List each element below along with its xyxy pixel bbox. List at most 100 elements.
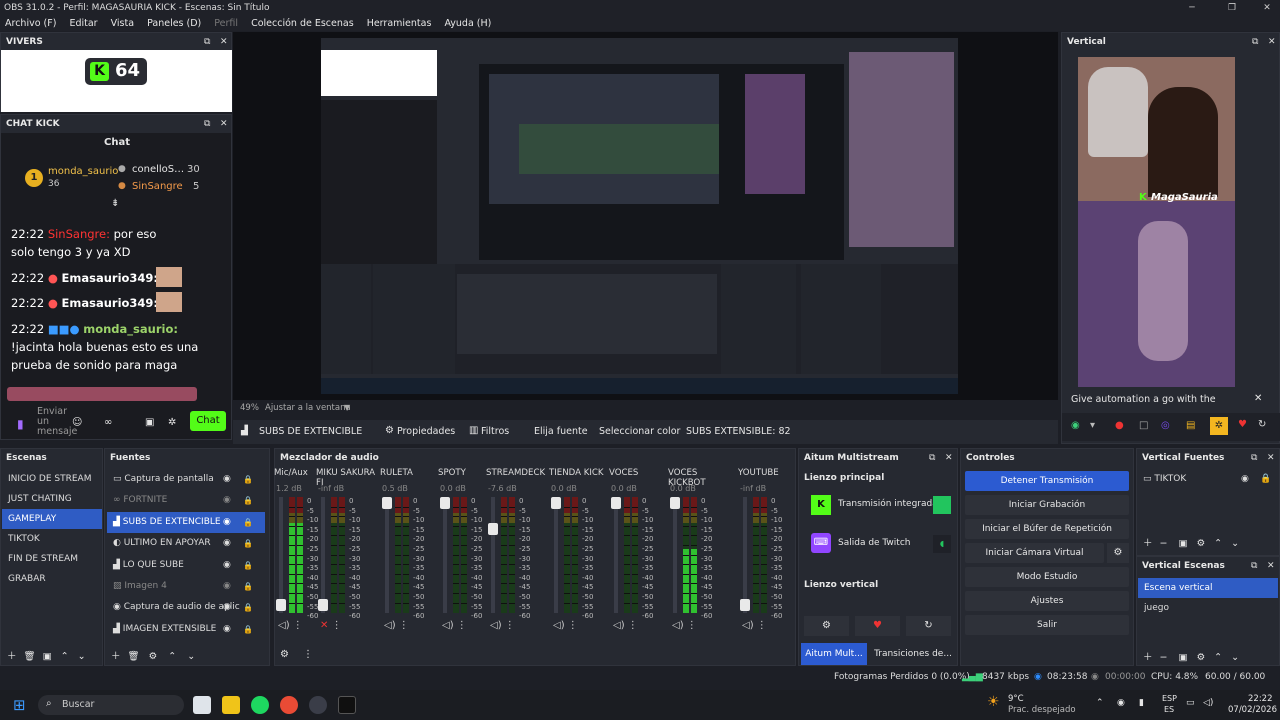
source-item[interactable]: ∞ FORTNITE ◉ 🔒: [107, 490, 265, 511]
speaker-icon[interactable]: ◁): [384, 620, 396, 631]
scene-item[interactable]: TIKTOK: [2, 529, 102, 549]
settings-gear-icon[interactable]: ✲: [168, 417, 176, 428]
lock-icon[interactable]: 🔒: [1260, 469, 1271, 489]
vertical-scene-item[interactable]: juego: [1138, 598, 1278, 618]
third-user[interactable]: SinSangre: [132, 181, 183, 192]
visibility-eye-icon[interactable]: ◉: [223, 576, 231, 597]
channel-menu-icon[interactable]: ⋮: [565, 620, 578, 631]
fader-knob[interactable]: [382, 497, 392, 509]
source-item[interactable]: ▨ Imagen 4 ◉ 🔒: [107, 576, 265, 597]
close-icon[interactable]: ✕: [220, 33, 228, 51]
menu-paneles[interactable]: Paneles (D): [147, 18, 201, 29]
tab-transitions[interactable]: Transiciones de...: [869, 643, 957, 665]
chat-send-button[interactable]: Chat: [190, 411, 226, 431]
undock-icon[interactable]: ⧉: [1251, 449, 1257, 467]
move-down-icon[interactable]: ⌄: [1231, 538, 1239, 549]
taskbar-search[interactable]: ⌕ Buscar: [38, 695, 184, 715]
add-icon[interactable]: ＋: [111, 651, 121, 662]
chevron-down-icon[interactable]: ▾: [1090, 420, 1095, 431]
minimize-icon[interactable]: ─: [1179, 0, 1205, 16]
add-icon[interactable]: ＋: [1143, 652, 1153, 663]
close-icon[interactable]: ✕: [1268, 33, 1276, 51]
network-icon[interactable]: ▭: [1186, 698, 1195, 708]
fit-dropdown-chevron-icon[interactable]: ▼: [344, 403, 350, 412]
volume-fader[interactable]: [318, 497, 328, 613]
menu-perfil[interactable]: Perfil: [214, 18, 238, 29]
source-item[interactable]: ▟ LO QUE SUBE ◉ 🔒: [107, 555, 265, 576]
scene-item[interactable]: JUST CHATING: [2, 489, 102, 509]
circle-icon[interactable]: ◎: [1161, 420, 1170, 431]
speaker-icon[interactable]: ◁): [613, 620, 625, 631]
speaker-icon[interactable]: ◁): [278, 620, 290, 631]
trash-icon[interactable]: 🗑: [24, 651, 36, 662]
filter-icon[interactable]: ▣: [1179, 652, 1188, 663]
move-down-icon[interactable]: ⌄: [1231, 652, 1239, 663]
volume-fader[interactable]: [276, 497, 286, 613]
select-color-button[interactable]: Seleccionar color: [599, 426, 680, 437]
exit-button[interactable]: Salir: [965, 615, 1129, 635]
channel-menu-icon[interactable]: ⋮: [290, 620, 303, 631]
task-view-icon[interactable]: [193, 696, 211, 714]
tray-app-icon[interactable]: ◉: [1117, 698, 1125, 708]
menu-ayuda[interactable]: Ayuda (H): [444, 18, 491, 29]
lock-icon[interactable]: 🔒: [243, 490, 253, 511]
aitum-refresh-button[interactable]: ↻: [906, 616, 951, 636]
source-item[interactable]: ◉ Captura de audio de aplic ◉ 🔒: [107, 597, 265, 618]
close-window-icon[interactable]: ✕: [1254, 0, 1280, 16]
studio-mode-button[interactable]: Modo Estudio: [965, 567, 1129, 587]
virtual-camera-button[interactable]: Iniciar Cámara Virtual: [965, 543, 1104, 563]
channel-menu-icon[interactable]: ⋮: [454, 620, 467, 631]
move-down-icon[interactable]: ⌄: [78, 651, 86, 662]
channel-menu-icon[interactable]: ⋮: [684, 620, 697, 631]
remove-icon[interactable]: −: [1160, 538, 1168, 549]
settings-button[interactable]: Ajustes: [965, 591, 1129, 611]
scene-item[interactable]: GAMEPLAY: [2, 509, 102, 529]
emoji-icon[interactable]: ☺: [72, 417, 82, 428]
fader-knob[interactable]: [611, 497, 621, 509]
choose-source-button[interactable]: Elija fuente: [534, 426, 588, 437]
fader-knob[interactable]: [740, 598, 750, 611]
move-up-icon[interactable]: ⌃: [168, 651, 176, 662]
language[interactable]: ESP: [1162, 694, 1177, 703]
lock-icon[interactable]: 🔒: [243, 469, 253, 490]
dismiss-icon[interactable]: ✕: [1254, 393, 1262, 404]
properties-button[interactable]: Propiedades: [397, 426, 455, 437]
visibility-eye-icon[interactable]: ◉: [1241, 469, 1249, 489]
heart-icon[interactable]: ♥: [1238, 419, 1247, 430]
visibility-eye-icon[interactable]: ◉: [223, 490, 231, 511]
tray-chevron-icon[interactable]: ⌃: [1096, 698, 1104, 708]
speaker-icon[interactable]: ◁): [442, 620, 454, 631]
fader-knob[interactable]: [440, 497, 450, 509]
add-icon[interactable]: ＋: [1143, 538, 1153, 549]
close-icon[interactable]: ✕: [220, 115, 228, 133]
source-item[interactable]: ▟ SUBS DE EXTENCIBLE ◉ 🔒: [107, 511, 265, 534]
undock-icon[interactable]: ⧉: [929, 449, 935, 467]
move-down-icon[interactable]: ⌄: [187, 651, 195, 662]
menu-vista[interactable]: Vista: [111, 18, 134, 29]
visibility-eye-icon[interactable]: ◉: [223, 597, 231, 618]
visibility-eye-icon[interactable]: ◉: [223, 469, 231, 490]
settings-gear-icon[interactable]: ⚙: [149, 651, 158, 662]
menu-coleccion[interactable]: Colección de Escenas: [251, 18, 354, 29]
source-item[interactable]: ◐ ULTIMO EN APOYAR ◉ 🔒: [107, 533, 265, 554]
vertical-scene-item[interactable]: Escena vertical: [1138, 578, 1278, 598]
refresh-icon[interactable]: ↻: [1258, 419, 1266, 430]
second-user[interactable]: conelloS…: [132, 164, 184, 175]
preview-area[interactable]: [233, 32, 1058, 400]
obs-icon[interactable]: [309, 696, 327, 714]
settings-gear-icon[interactable]: ✲: [1210, 417, 1228, 435]
undock-icon[interactable]: ⧉: [1251, 557, 1257, 575]
square-icon[interactable]: □: [1139, 420, 1148, 431]
file-explorer-icon[interactable]: [222, 696, 240, 714]
menu-archivo[interactable]: Archivo (F): [5, 18, 56, 29]
speaker-icon[interactable]: ◁): [742, 620, 754, 631]
close-icon[interactable]: ✕: [945, 449, 953, 467]
undock-icon[interactable]: ⧉: [204, 115, 210, 133]
settings-gear-icon[interactable]: ⚙: [1197, 652, 1206, 663]
scene-item[interactable]: INICIO DE STREAM: [2, 469, 102, 489]
fader-knob[interactable]: [318, 598, 328, 611]
volume-fader[interactable]: [551, 497, 561, 613]
gift-icon[interactable]: ▣: [145, 417, 154, 428]
filter-icon[interactable]: ▣: [43, 651, 52, 662]
scene-item[interactable]: GRABAR: [2, 569, 102, 589]
